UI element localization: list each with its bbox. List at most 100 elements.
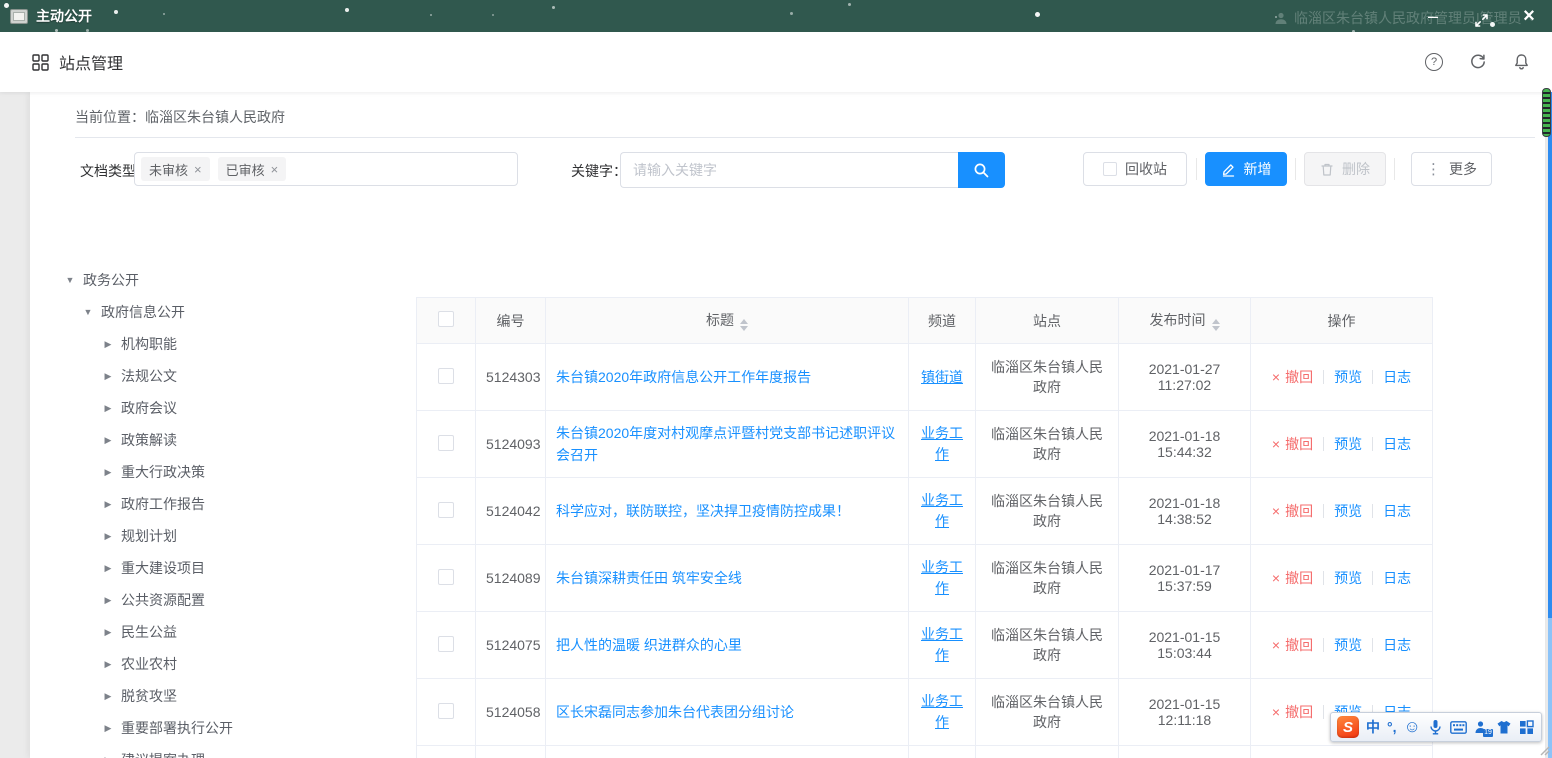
select-all-checkbox[interactable] xyxy=(438,311,454,327)
channel-link[interactable]: 业务工作 xyxy=(921,559,963,596)
sort-icon[interactable] xyxy=(740,319,748,331)
doc-title-link[interactable]: 科学应对，联防联控，坚决捍卫疫情防控成果！ xyxy=(556,503,850,519)
row-checkbox[interactable] xyxy=(438,569,454,585)
row-checkbox[interactable] xyxy=(438,435,454,451)
chevron-right-icon[interactable]: ▶ xyxy=(101,595,115,606)
chevron-right-icon[interactable]: ▶ xyxy=(101,755,115,758)
emoji-icon[interactable]: ☺ xyxy=(1404,717,1421,737)
preview-button[interactable]: 预览 xyxy=(1334,635,1362,655)
preview-button[interactable]: 预览 xyxy=(1334,568,1362,588)
preview-button[interactable]: 预览 xyxy=(1334,367,1362,387)
close-button[interactable]: × xyxy=(1518,0,1540,32)
doc-type-select[interactable]: 未审核 × 已审核 × xyxy=(134,152,518,186)
preview-button[interactable]: 预览 xyxy=(1334,434,1362,454)
scrollbar-track[interactable] xyxy=(1548,92,1552,758)
tree-node-leaf[interactable]: ▶ 脱贫攻坚 xyxy=(30,680,410,712)
tree-node-leaf[interactable]: ▶ 政府工作报告 xyxy=(30,488,410,520)
chevron-right-icon[interactable]: ▶ xyxy=(101,435,115,446)
tree-node-leaf[interactable]: ▶ 农业农村 xyxy=(30,648,410,680)
tree-node-leaf[interactable]: ▶ 政府会议 xyxy=(30,392,410,424)
doc-title-link[interactable]: 区长宋磊同志参加朱台代表团分组讨论 xyxy=(556,704,794,720)
tree-node-leaf[interactable]: ▶ 重大建设项目 xyxy=(30,552,410,584)
notifications-button[interactable] xyxy=(1513,53,1530,71)
recycle-checkbox[interactable] xyxy=(1103,162,1117,176)
sogou-logo-icon[interactable]: S xyxy=(1337,716,1359,738)
search-button[interactable] xyxy=(958,152,1005,188)
more-button[interactable]: ⋮ 更多 xyxy=(1411,152,1492,186)
tree-node-leaf[interactable]: ▶ 法规公文 xyxy=(30,360,410,392)
chevron-right-icon[interactable]: ▶ xyxy=(101,339,115,350)
chevron-right-icon[interactable]: ▶ xyxy=(101,467,115,478)
withdraw-button[interactable]: × 撤回 xyxy=(1272,501,1313,521)
nav-site-management[interactable]: 站点管理 xyxy=(32,50,123,74)
log-button[interactable]: 日志 xyxy=(1383,367,1411,387)
keyboard-icon[interactable] xyxy=(1450,721,1467,734)
tag-close-icon[interactable]: × xyxy=(194,162,202,177)
log-button[interactable]: 日志 xyxy=(1383,434,1411,454)
chevron-right-icon[interactable]: ▶ xyxy=(101,563,115,574)
row-checkbox[interactable] xyxy=(438,636,454,652)
withdraw-button[interactable]: × 撤回 xyxy=(1272,367,1313,387)
help-button[interactable]: ? xyxy=(1425,53,1443,71)
log-button[interactable]: 日志 xyxy=(1383,635,1411,655)
doc-title-link[interactable]: 朱台镇深耕责任田 筑牢安全线 xyxy=(556,570,742,586)
withdraw-button[interactable]: × 撤回 xyxy=(1272,702,1313,722)
col-header-title[interactable]: 标题 xyxy=(546,298,909,344)
tree-node-leaf[interactable]: ▶ 政策解读 xyxy=(30,424,410,456)
chevron-right-icon[interactable]: ▶ xyxy=(101,403,115,414)
row-checkbox[interactable] xyxy=(438,368,454,384)
chevron-right-icon[interactable]: ▶ xyxy=(101,723,115,734)
preview-button[interactable]: 预览 xyxy=(1334,501,1362,521)
tag-close-icon[interactable]: × xyxy=(271,162,279,177)
sort-icon[interactable] xyxy=(1212,319,1220,331)
withdraw-button[interactable]: × 撤回 xyxy=(1272,568,1313,588)
doc-title-link[interactable]: 把人性的温暖 织进群众的心里 xyxy=(556,637,742,653)
row-checkbox[interactable] xyxy=(438,502,454,518)
ime-punctuation-icon[interactable]: °, xyxy=(1387,719,1397,735)
col-header-time[interactable]: 发布时间 xyxy=(1119,298,1251,344)
tree-node-leaf[interactable]: ▶ 公共资源配置 xyxy=(30,584,410,616)
chevron-right-icon[interactable]: ▶ xyxy=(101,531,115,542)
refresh-button[interactable] xyxy=(1469,53,1487,71)
chevron-down-icon[interactable]: ▼ xyxy=(63,275,77,285)
channel-link[interactable]: 镇街道 xyxy=(921,369,963,385)
ime-language-mode[interactable]: 中 xyxy=(1366,717,1380,737)
delete-button[interactable]: 删除 xyxy=(1304,152,1386,186)
chevron-right-icon[interactable]: ▶ xyxy=(101,691,115,702)
withdraw-button[interactable]: × 撤回 xyxy=(1272,635,1313,655)
doc-title-link[interactable]: 朱台镇2020年政府信息公开工作年度报告 xyxy=(556,369,811,385)
maximize-button[interactable] xyxy=(1470,5,1492,28)
chevron-down-icon[interactable]: ▼ xyxy=(81,307,95,317)
channel-link[interactable]: 业务工作 xyxy=(921,626,963,663)
window-resize-grip[interactable] xyxy=(1536,742,1550,756)
row-checkbox[interactable] xyxy=(438,703,454,719)
microphone-icon[interactable] xyxy=(1428,719,1443,735)
channel-link[interactable]: 业务工作 xyxy=(921,693,963,730)
channel-link[interactable]: 业务工作 xyxy=(921,425,963,462)
tree-node-root[interactable]: ▼ 政务公开 xyxy=(30,264,410,296)
keyword-input[interactable] xyxy=(620,152,958,188)
tree-node-leaf[interactable]: ▶ 重大行政决策 xyxy=(30,456,410,488)
toolbox-grid-icon[interactable] xyxy=(1519,720,1534,735)
tree-node-leaf[interactable]: ▶ 建议提案办理 xyxy=(30,744,410,758)
channel-link[interactable]: 业务工作 xyxy=(921,492,963,529)
tree-node-leaf[interactable]: ▶ 民生公益 xyxy=(30,616,410,648)
minimize-button[interactable]: – xyxy=(1422,0,1444,32)
doc-title-link[interactable]: 朱台镇2020年度对村观摩点评暨村党支部书记述职评议会召开 xyxy=(556,425,895,463)
chevron-right-icon[interactable]: ▶ xyxy=(101,499,115,510)
skin-user-icon[interactable]: 19 xyxy=(1474,720,1489,735)
chevron-right-icon[interactable]: ▶ xyxy=(101,627,115,638)
recycle-bin-button[interactable]: 回收站 xyxy=(1083,152,1187,186)
tree-node-leaf[interactable]: ▶ 重要部署执行公开 xyxy=(30,712,410,744)
add-button[interactable]: 新增 xyxy=(1205,152,1287,186)
tree-node-branch[interactable]: ▼ 政府信息公开 xyxy=(30,296,410,328)
tree-node-leaf[interactable]: ▶ 规划计划 xyxy=(30,520,410,552)
tree-node-leaf[interactable]: ▶ 机构职能 xyxy=(30,328,410,360)
chevron-right-icon[interactable]: ▶ xyxy=(101,371,115,382)
chevron-right-icon[interactable]: ▶ xyxy=(101,659,115,670)
shirt-skin-icon[interactable] xyxy=(1496,720,1512,735)
log-button[interactable]: 日志 xyxy=(1383,501,1411,521)
scrollbar-thumb[interactable] xyxy=(1542,88,1551,137)
withdraw-button[interactable]: × 撤回 xyxy=(1272,434,1313,454)
log-button[interactable]: 日志 xyxy=(1383,568,1411,588)
